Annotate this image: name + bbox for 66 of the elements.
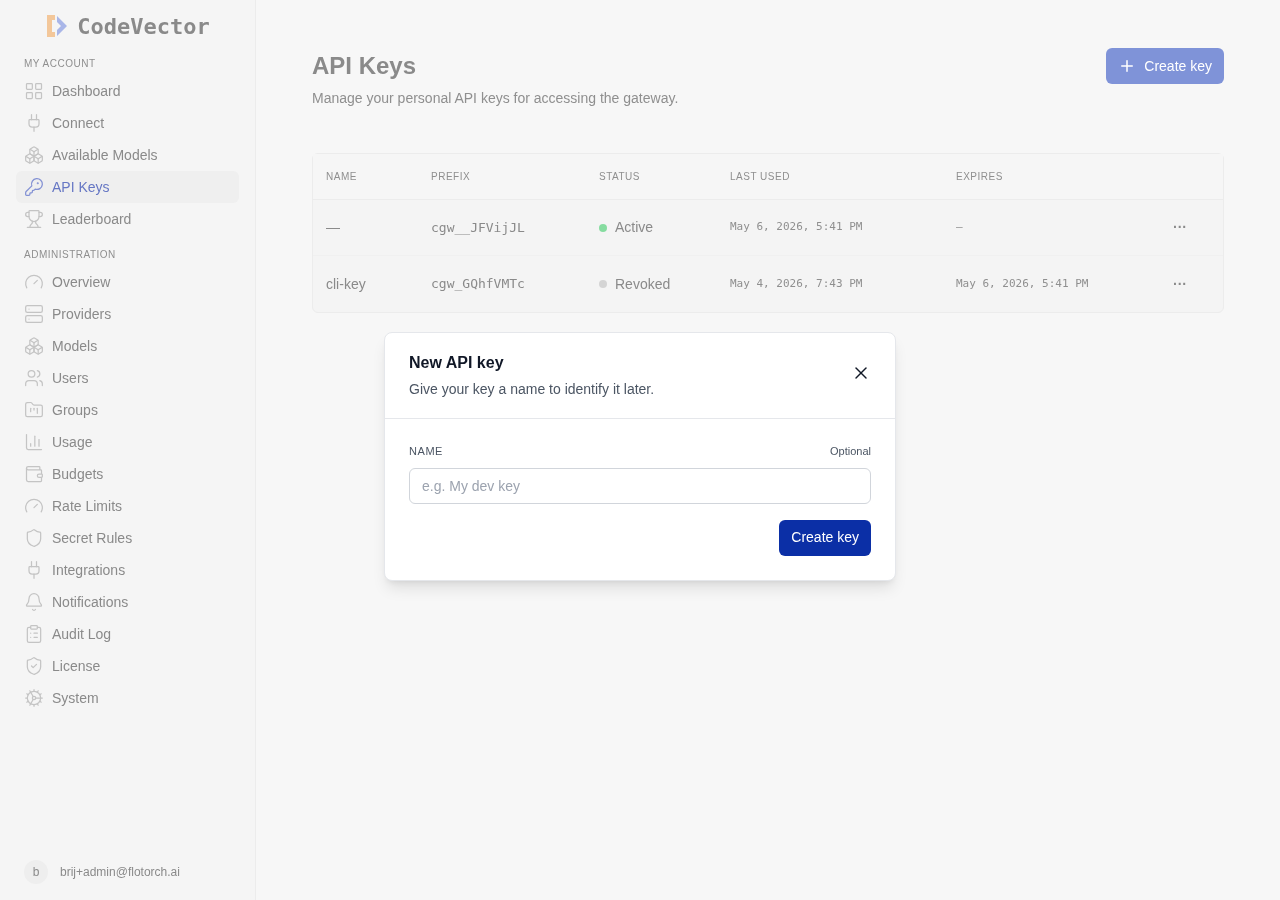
- table-cell-text: May 4, 2026, 7:43 PM: [730, 275, 864, 292]
- nav-item[interactable]: Overview: [16, 266, 239, 298]
- nav-item[interactable]: Providers: [16, 298, 239, 330]
- column-header: LAST USED: [730, 170, 791, 184]
- nav-item[interactable]: Connect: [16, 107, 239, 139]
- nav-item[interactable]: Integrations: [16, 554, 239, 586]
- nav-item[interactable]: System: [16, 682, 239, 714]
- section-heading: MY ACCOUNT: [23, 57, 97, 71]
- section-heading: ADMINISTRATION: [23, 248, 117, 262]
- user-avatar[interactable]: b: [24, 860, 48, 884]
- dialog-subtitle: Give your key a name to identify it later.: [409, 380, 655, 399]
- bell-icon: [24, 592, 44, 612]
- bar-chart-icon: [24, 432, 44, 452]
- field-label: NAME: [409, 444, 443, 459]
- key-icon: [24, 177, 44, 197]
- column-header: NAME: [326, 170, 358, 184]
- nav-item[interactable]: Notifications: [16, 586, 239, 618]
- nav-item[interactable]: Rate Limits: [16, 490, 239, 522]
- logo-icon: [45, 13, 70, 39]
- nav-item[interactable]: Dashboard: [16, 75, 239, 107]
- user-email: brij+admin@flotorch.ai: [60, 864, 180, 881]
- name-field[interactable]: e.g. My dev key: [409, 467, 871, 504]
- folder-icon: [24, 400, 44, 420]
- page-title: API Keys: [312, 51, 418, 81]
- boxes-icon: [24, 336, 44, 356]
- status-label: Revoked: [615, 274, 671, 294]
- nav-item[interactable]: Leaderboard: [16, 203, 239, 235]
- table-cell-text: cgw__JFVijJL: [431, 218, 526, 237]
- table-cell-text: —: [326, 218, 341, 237]
- nav-item[interactable]: Models: [16, 330, 239, 362]
- column-header: EXPIRES: [956, 170, 1004, 184]
- boxes-icon: [24, 145, 44, 165]
- nav-item[interactable]: Budgets: [16, 458, 239, 490]
- nav-item[interactable]: Available Models: [16, 139, 239, 171]
- column-header: PREFIX: [431, 170, 472, 184]
- row-menu-button[interactable]: ···: [1173, 273, 1187, 295]
- column-header: STATUS: [599, 170, 641, 184]
- status-label: Active: [615, 218, 654, 237]
- row-menu-button[interactable]: ···: [1173, 217, 1187, 238]
- nav-item[interactable]: API Keys: [16, 171, 239, 203]
- grid-icon: [24, 81, 44, 101]
- nav-item[interactable]: License: [16, 650, 239, 682]
- nav-item[interactable]: Audit Log: [16, 618, 239, 650]
- page-subtitle: Manage your personal API keys for accessing the gateway.: [312, 89, 679, 108]
- users-icon: [24, 368, 44, 388]
- wallet-icon: [24, 464, 44, 484]
- nav-item[interactable]: Users: [16, 362, 239, 394]
- dialog-title: New API key: [409, 353, 505, 373]
- field-hint: Optional: [830, 444, 871, 459]
- table-cell-text: cli-key: [326, 274, 367, 294]
- shield-icon: [24, 528, 44, 548]
- submit-button[interactable]: Create key: [779, 519, 871, 556]
- brand-name: CodeVector: [77, 12, 210, 41]
- clipboard-icon: [24, 624, 44, 644]
- table-cell-text: cgw_GQhfVMTc: [431, 275, 526, 294]
- nav-item[interactable]: Secret Rules: [16, 522, 239, 554]
- shield-check-icon: [24, 656, 44, 676]
- nav-item[interactable]: Usage: [16, 426, 239, 458]
- server-icon: [24, 304, 44, 324]
- table-cell-text: May 6, 2026, 5:41 PM: [730, 219, 864, 236]
- table-cell-text: May 6, 2026, 5:41 PM: [956, 275, 1090, 292]
- create-key-button[interactable]: Create key: [1106, 48, 1224, 84]
- nav-item[interactable]: Groups: [16, 394, 239, 426]
- trophy-icon: [24, 209, 44, 229]
- table-cell-text: —: [956, 219, 964, 236]
- settings-icon: [24, 688, 44, 708]
